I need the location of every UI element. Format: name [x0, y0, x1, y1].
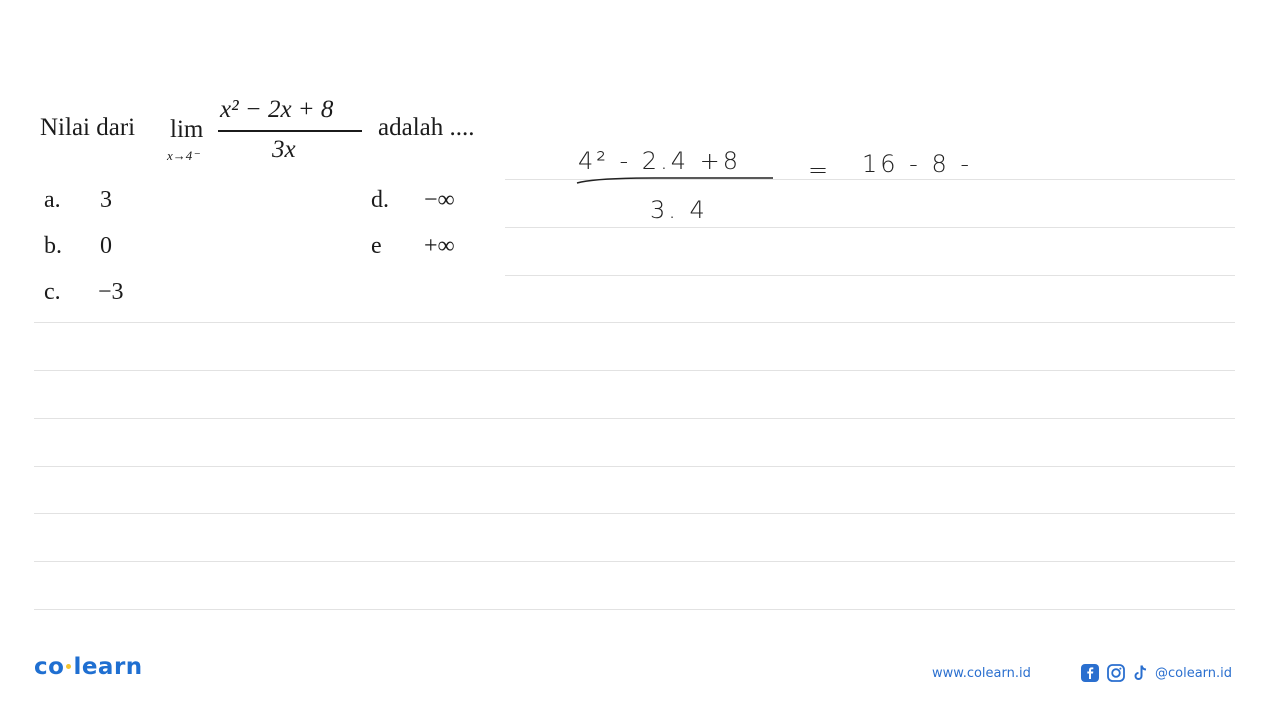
question-suffix: adalah ....: [378, 114, 475, 141]
handwritten-result: 16 - 8 -: [862, 150, 973, 178]
ruled-line: [34, 418, 1235, 419]
ruled-line: [34, 513, 1235, 514]
option-e-value: +∞: [424, 233, 455, 259]
social-handle[interactable]: @colearn.id: [1155, 666, 1232, 681]
handwritten-numerator: 4² - 2.4 +8: [578, 147, 741, 175]
instagram-icon[interactable]: [1107, 664, 1125, 682]
ruled-line: [34, 561, 1235, 562]
ruled-line: [505, 227, 1235, 228]
option-b-value: 0: [100, 233, 112, 259]
option-d-value: −∞: [424, 187, 455, 213]
fraction-bar: [218, 130, 362, 132]
logo-dot: [66, 663, 72, 669]
facebook-icon[interactable]: [1081, 664, 1099, 682]
handwritten-fraction-bar: [576, 177, 773, 184]
ruled-line: [505, 275, 1235, 276]
website-link[interactable]: www.colearn.id: [932, 666, 1031, 681]
limit-subscript: x→4⁻: [167, 148, 200, 163]
ruled-line: [34, 370, 1235, 371]
option-c-label: c.: [44, 279, 61, 305]
option-b-label: b.: [44, 233, 62, 259]
handwritten-denominator: 3. 4: [650, 196, 708, 224]
limit-operator: lim: [170, 116, 204, 143]
option-e-label: e: [371, 233, 382, 259]
option-a-value: 3: [100, 187, 112, 213]
tiktok-icon[interactable]: [1132, 664, 1150, 682]
question-prefix: Nilai dari: [40, 114, 136, 141]
option-c-value: −3: [98, 279, 124, 305]
option-a-label: a.: [44, 187, 61, 213]
logo-text-learn: learn: [73, 654, 143, 680]
logo-text-co: co: [34, 654, 65, 680]
fraction-denominator: 3x: [272, 136, 296, 163]
ruled-line: [34, 609, 1235, 610]
ruled-line: [34, 322, 1235, 323]
handwritten-equals: =: [808, 156, 832, 184]
option-d-label: d.: [371, 187, 389, 213]
fraction-numerator: x² − 2x + 8: [220, 96, 334, 123]
ruled-line: [34, 466, 1235, 467]
colearn-logo: co learn: [34, 654, 143, 680]
